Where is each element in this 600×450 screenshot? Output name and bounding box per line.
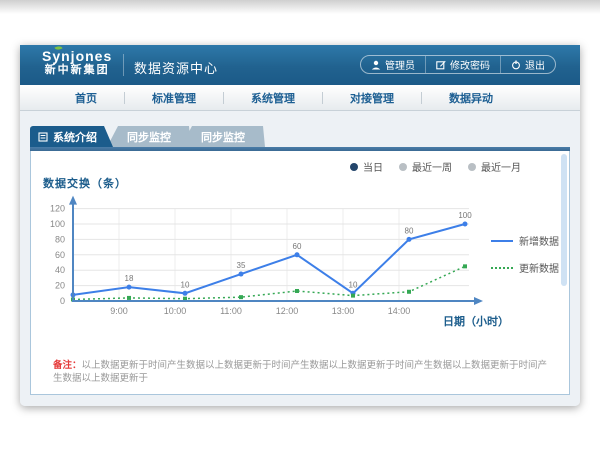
svg-text:10:00: 10:00 xyxy=(164,306,187,316)
svg-text:60: 60 xyxy=(55,250,65,260)
footnote-prefix: 备注： xyxy=(53,360,82,371)
chart-panel: 当日 最近一周 最近一月 数据交换（条） 0204060801001209:00… xyxy=(30,151,570,395)
radio-last-month[interactable]: 最近一月 xyxy=(468,159,521,174)
logout-button[interactable]: 退出 xyxy=(500,56,555,73)
tab-sync-monitor-2[interactable]: 同步监控 xyxy=(181,126,265,147)
footnote-text: 以上数据更新于时间产生数据以上数据更新于时间产生数据以上数据更新于时间产生数据以… xyxy=(53,360,547,384)
svg-text:10: 10 xyxy=(181,280,190,289)
legend-label: 更新数据 xyxy=(519,260,559,275)
nav-item-standard-mgmt[interactable]: 标准管理 xyxy=(125,90,223,106)
radio-label: 最近一周 xyxy=(412,159,452,174)
app-header: Synjones 新中新集团 数据资源中心 管理员 修改密码 xyxy=(20,45,580,85)
page-title: 数据资源中心 xyxy=(134,58,218,77)
user-icon xyxy=(371,60,381,70)
svg-text:80: 80 xyxy=(55,234,65,244)
radio-selected-icon xyxy=(350,163,358,171)
svg-text:40: 40 xyxy=(55,265,65,275)
svg-text:100: 100 xyxy=(50,219,65,229)
radio-last-week[interactable]: 最近一周 xyxy=(399,159,452,174)
nav-item-home[interactable]: 首页 xyxy=(48,90,124,106)
page-background: Synjones 新中新集团 数据资源中心 管理员 修改密码 xyxy=(0,0,600,450)
time-range-filter: 当日 最近一周 最近一月 xyxy=(350,159,521,174)
radio-label: 最近一月 xyxy=(481,159,521,174)
svg-text:0: 0 xyxy=(60,296,65,306)
svg-text:13:00: 13:00 xyxy=(332,306,355,316)
logout-label: 退出 xyxy=(525,57,545,72)
header-divider xyxy=(123,54,124,76)
power-icon xyxy=(511,60,521,70)
tab-label: 系统介绍 xyxy=(53,129,97,145)
nav-item-system-mgmt[interactable]: 系统管理 xyxy=(224,90,322,106)
logo: Synjones 新中新集团 xyxy=(42,49,112,76)
legend-item-new-data: 新增数据 xyxy=(491,233,559,248)
svg-text:80: 80 xyxy=(405,226,414,235)
svg-text:18: 18 xyxy=(125,274,134,283)
edit-icon xyxy=(436,60,446,70)
radio-label: 当日 xyxy=(363,159,383,174)
document-icon xyxy=(38,132,48,142)
user-menu[interactable]: 管理员 xyxy=(361,56,425,73)
app-window: Synjones 新中新集团 数据资源中心 管理员 修改密码 xyxy=(20,45,580,406)
legend-item-update-data: 更新数据 xyxy=(491,260,559,275)
legend-line-dotted-icon xyxy=(491,267,513,269)
user-name: 管理员 xyxy=(385,57,415,72)
content-area: 系统介绍 同步监控 同步监控 当日 最近 xyxy=(20,112,580,406)
panel-scrollbar[interactable] xyxy=(561,154,567,286)
tab-label: 同步监控 xyxy=(201,129,245,145)
radio-unselected-icon xyxy=(399,163,407,171)
logo-text-en: Synjones xyxy=(42,49,112,64)
radio-unselected-icon xyxy=(468,163,476,171)
svg-text:120: 120 xyxy=(50,204,65,214)
change-password-label: 修改密码 xyxy=(450,57,490,72)
logo-text-cn: 新中新集团 xyxy=(42,64,112,76)
svg-text:60: 60 xyxy=(293,242,302,251)
svg-text:20: 20 xyxy=(55,281,65,291)
svg-text:12:00: 12:00 xyxy=(276,306,299,316)
svg-text:9:00: 9:00 xyxy=(110,306,128,316)
svg-text:10: 10 xyxy=(349,280,358,289)
nav-item-data-change[interactable]: 数据异动 xyxy=(422,90,520,106)
svg-text:100: 100 xyxy=(458,211,472,220)
tab-label: 同步监控 xyxy=(127,129,171,145)
radio-today[interactable]: 当日 xyxy=(350,159,383,174)
tab-system-intro[interactable]: 系统介绍 xyxy=(30,126,113,147)
tab-bar: 系统介绍 同步监控 同步监控 xyxy=(30,126,265,147)
svg-text:35: 35 xyxy=(237,261,246,270)
tab-sync-monitor-1[interactable]: 同步监控 xyxy=(107,126,191,147)
legend-line-solid-icon xyxy=(491,240,513,242)
main-nav: 首页 标准管理 系统管理 对接管理 数据异动 xyxy=(20,85,580,111)
change-password-button[interactable]: 修改密码 xyxy=(425,56,500,73)
nav-item-docking-mgmt[interactable]: 对接管理 xyxy=(323,90,421,106)
user-toolbar: 管理员 修改密码 退出 xyxy=(360,55,556,74)
line-chart: 0 20 40 60 80 100 120 9:00 10:00 11:00 12:00 13:00 1… xyxy=(39,185,519,335)
footnote: 备注：以上数据更新于时间产生数据以上数据更新于时间产生数据以上数据更新于时间产生… xyxy=(53,359,553,386)
legend-label: 新增数据 xyxy=(519,233,559,248)
svg-text:11:00: 11:00 xyxy=(220,306,242,316)
svg-text:日期（小时）: 日期（小时） xyxy=(443,314,509,328)
chart-legend: 新增数据 更新数据 xyxy=(491,233,559,275)
svg-text:14:00: 14:00 xyxy=(388,306,411,316)
